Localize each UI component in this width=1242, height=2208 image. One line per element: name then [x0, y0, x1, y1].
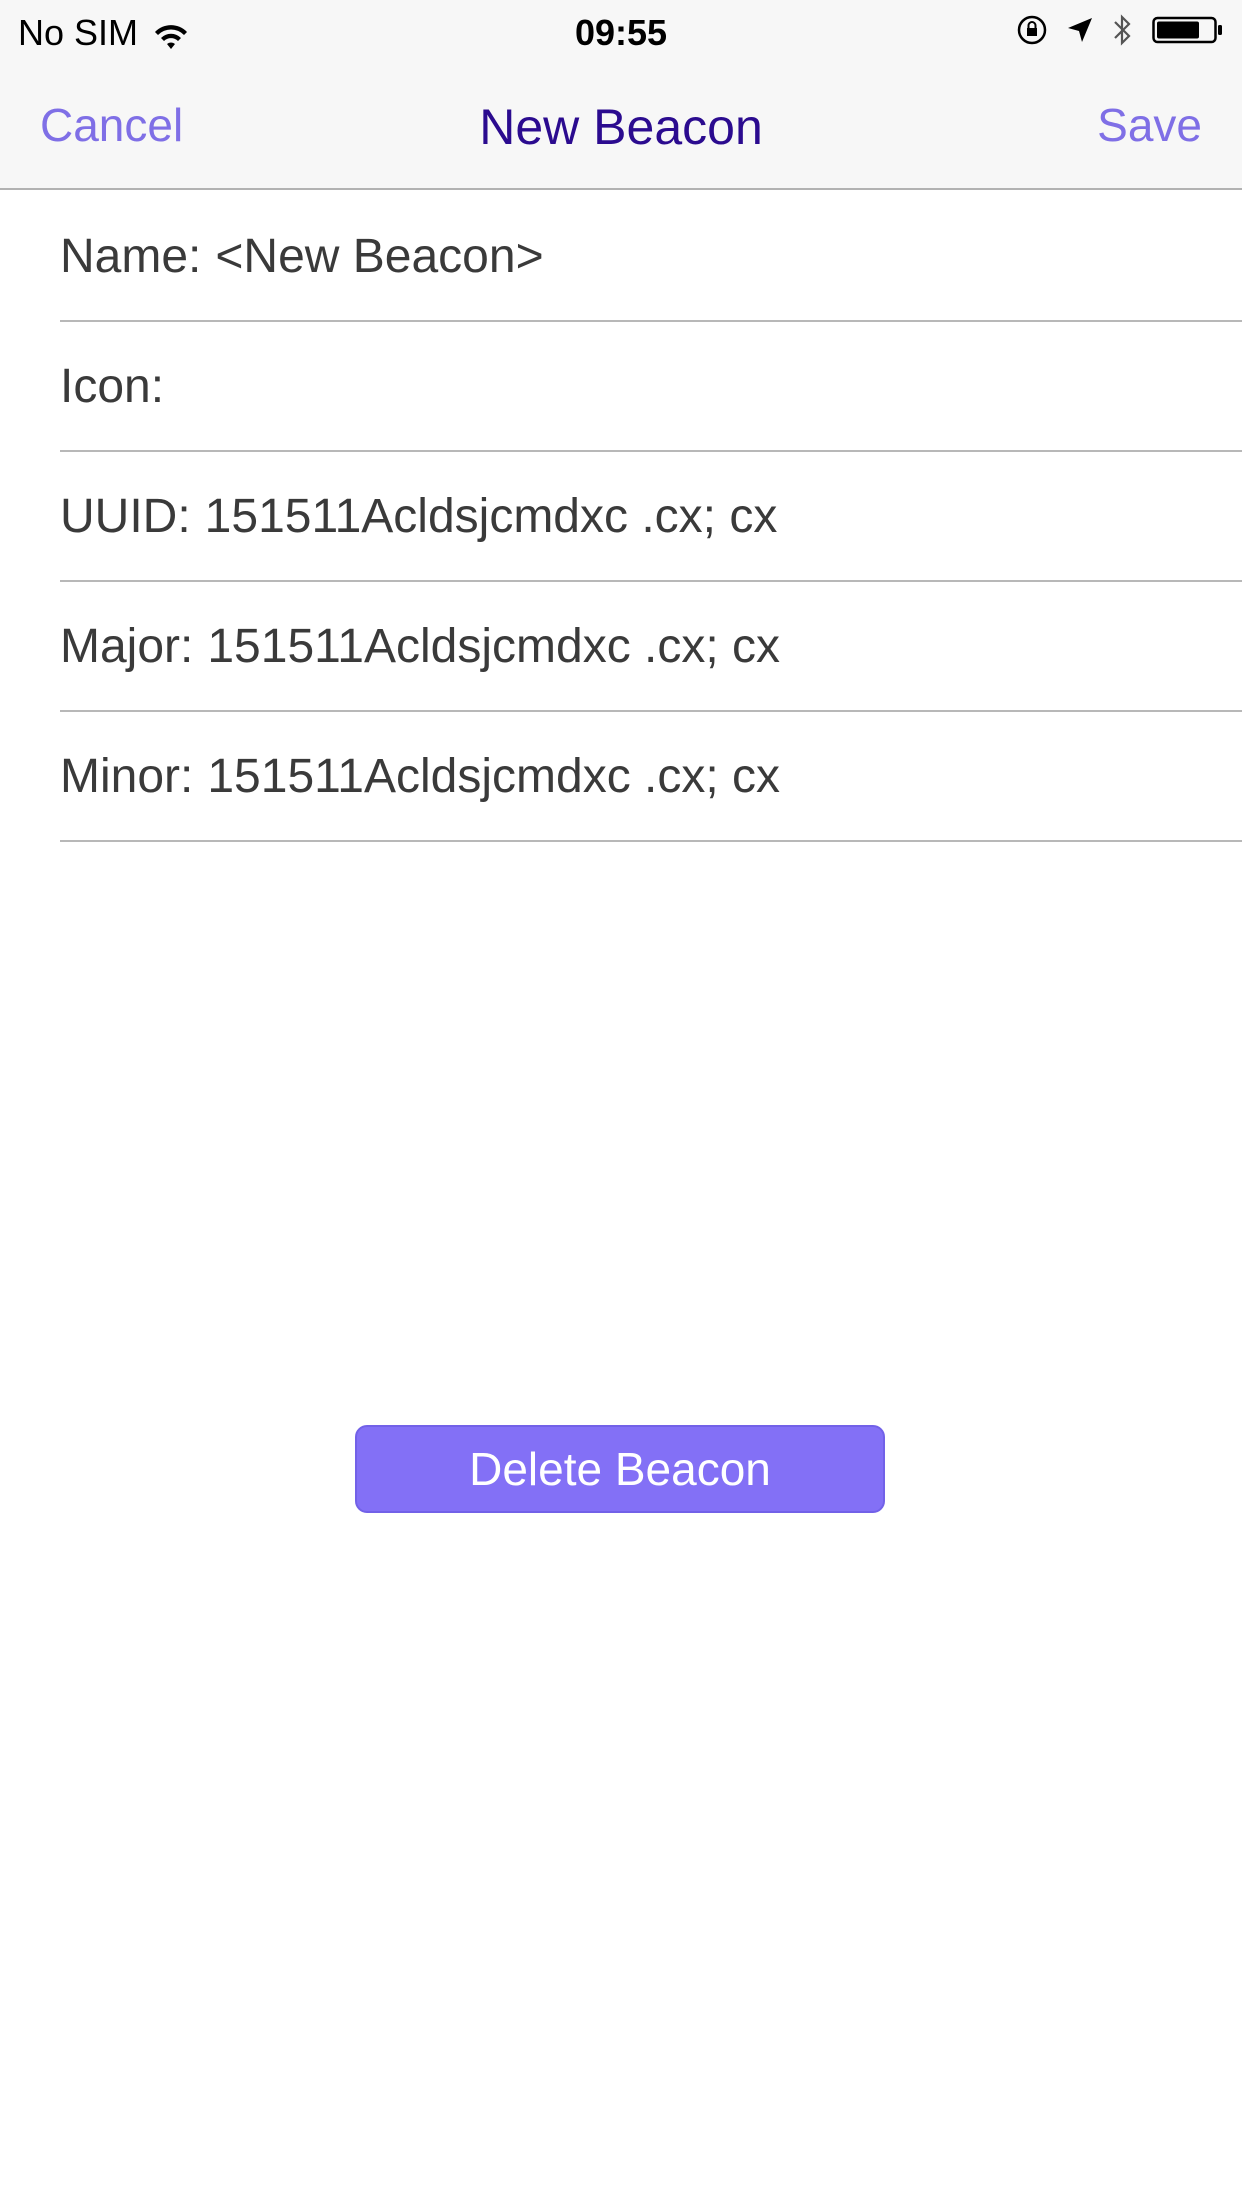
- cancel-button[interactable]: Cancel: [40, 98, 183, 152]
- icon-label: Icon:: [60, 359, 165, 413]
- name-field[interactable]: <New Beacon>: [215, 229, 1242, 284]
- minor-label: Minor:: [60, 749, 194, 803]
- page-title: New Beacon: [479, 99, 763, 155]
- uuid-label: UUID:: [60, 489, 191, 543]
- beacon-form: Name: <New Beacon> Icon: UUID: 151511Acl…: [60, 192, 1242, 842]
- minor-field[interactable]: 151511Acldsjcmdxc .cx; cx: [207, 749, 1242, 804]
- status-icons: [1016, 12, 1224, 52]
- name-label: Name:: [60, 229, 202, 283]
- uuid-field[interactable]: 151511Acldsjcmdxc .cx; cx: [205, 489, 1242, 544]
- orientation-lock-icon: [1016, 14, 1048, 51]
- name-row: Name: <New Beacon>: [60, 192, 1242, 322]
- location-arrow-icon: [1066, 16, 1094, 49]
- bluetooth-icon: [1112, 13, 1134, 52]
- major-label: Major:: [60, 619, 194, 673]
- save-button[interactable]: Save: [1097, 98, 1202, 152]
- battery-icon: [1152, 14, 1224, 51]
- major-row: Major: 151511Acldsjcmdxc .cx; cx: [60, 582, 1242, 712]
- navigation-bar: Cancel New Beacon Save: [0, 62, 1242, 190]
- delete-beacon-button[interactable]: Delete Beacon: [355, 1425, 885, 1513]
- minor-row: Minor: 151511Acldsjcmdxc .cx; cx: [60, 712, 1242, 842]
- status-bar: No SIM 09:55: [0, 0, 1242, 62]
- uuid-row: UUID: 151511Acldsjcmdxc .cx; cx: [60, 452, 1242, 582]
- icon-row[interactable]: Icon:: [60, 322, 1242, 452]
- major-field[interactable]: 151511Acldsjcmdxc .cx; cx: [207, 619, 1242, 674]
